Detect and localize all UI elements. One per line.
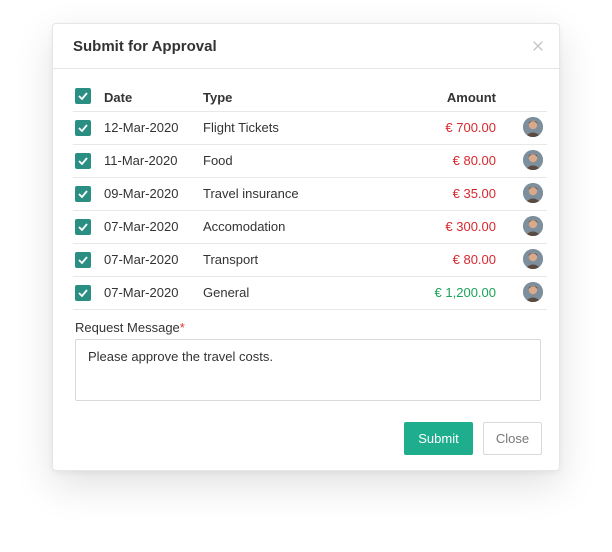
row-amount: € 1,200.00 — [434, 285, 496, 300]
table-row[interactable]: 07-Mar-2020 Transport € 80.00 — [73, 244, 547, 277]
checkmark-icon — [78, 256, 88, 264]
table-row[interactable]: 09-Mar-2020 Travel insurance € 35.00 — [73, 178, 547, 211]
row-type: Transport — [203, 252, 259, 267]
row-amount: € 700.00 — [445, 120, 496, 135]
row-type: Travel insurance — [203, 186, 299, 201]
checkmark-icon — [78, 92, 88, 100]
request-message-label-text: Request Message — [75, 320, 180, 335]
checkmark-icon — [78, 157, 88, 165]
table-row[interactable]: 07-Mar-2020 General € 1,200.00 — [73, 277, 547, 310]
avatar — [523, 117, 543, 137]
expense-table: Date Type Amount 12-Mar-2020 Flight Ticke… — [73, 84, 547, 310]
row-date: 09-Mar-2020 — [104, 186, 179, 201]
table-header-row: Date Type Amount — [73, 84, 547, 112]
row-checkbox[interactable] — [75, 285, 91, 301]
row-checkbox[interactable] — [75, 186, 91, 202]
table-row[interactable]: 12-Mar-2020 Flight Tickets € 700.00 — [73, 112, 547, 145]
table-row[interactable]: 07-Mar-2020 Accomodation € 300.00 — [73, 211, 547, 244]
dialog-header: Submit for Approval — [53, 24, 559, 69]
avatar — [523, 249, 543, 269]
row-date: 07-Mar-2020 — [104, 285, 179, 300]
row-type: Flight Tickets — [203, 120, 279, 135]
column-header-type[interactable]: Type — [203, 84, 232, 111]
avatar — [523, 150, 543, 170]
row-amount: € 35.00 — [452, 186, 496, 201]
checkmark-icon — [78, 223, 88, 231]
row-amount: € 80.00 — [452, 252, 496, 267]
row-checkbox[interactable] — [75, 120, 91, 136]
avatar — [523, 282, 543, 302]
row-date: 11-Mar-2020 — [104, 153, 178, 168]
row-type: Accomodation — [203, 219, 286, 234]
column-header-amount[interactable]: Amount — [447, 84, 496, 111]
checkmark-icon — [78, 124, 88, 132]
checkmark-icon — [78, 289, 88, 297]
close-icon[interactable] — [531, 39, 545, 53]
checkmark-icon — [78, 190, 88, 198]
row-date: 07-Mar-2020 — [104, 219, 179, 234]
dialog-title: Submit for Approval — [73, 38, 217, 55]
row-type: General — [203, 285, 250, 300]
row-type: Food — [203, 153, 233, 168]
row-date: 07-Mar-2020 — [104, 252, 179, 267]
row-amount: € 80.00 — [452, 153, 496, 168]
avatar — [523, 216, 543, 236]
row-date: 12-Mar-2020 — [104, 120, 179, 135]
row-amount: € 300.00 — [445, 219, 496, 234]
select-all-checkbox[interactable] — [75, 88, 91, 104]
avatar — [523, 183, 543, 203]
request-message-label: Request Message* — [75, 320, 185, 335]
row-checkbox[interactable] — [75, 219, 91, 235]
row-checkbox[interactable] — [75, 153, 91, 169]
approval-dialog: Submit for Approval Date Type Amount 12-… — [52, 23, 560, 471]
request-message-textarea[interactable]: Please approve the travel costs. — [75, 339, 541, 401]
submit-button[interactable]: Submit — [404, 422, 473, 455]
table-row[interactable]: 11-Mar-2020 Food € 80.00 — [73, 145, 547, 178]
row-checkbox[interactable] — [75, 252, 91, 268]
close-button[interactable]: Close — [483, 422, 542, 455]
column-header-date[interactable]: Date — [104, 84, 132, 111]
required-marker: * — [179, 320, 185, 335]
